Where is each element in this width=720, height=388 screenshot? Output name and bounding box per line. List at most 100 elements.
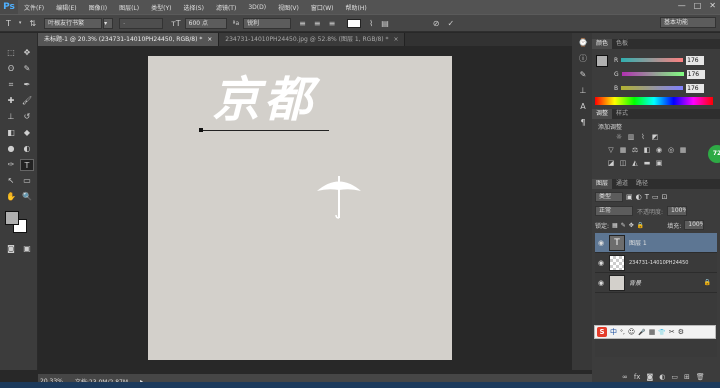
type-tool-icon[interactable]: T xyxy=(6,19,11,28)
lock-position-icon[interactable]: ✥ xyxy=(629,222,634,229)
paint-bucket-tool-icon[interactable]: ◆ xyxy=(20,127,34,139)
invert-icon[interactable]: ◪ xyxy=(606,159,616,168)
paragraph-panel-icon[interactable]: ¶ xyxy=(576,117,590,129)
levels-icon[interactable]: ▥ xyxy=(626,133,636,142)
layer-name[interactable]: 背景 xyxy=(629,278,641,287)
workspace-select[interactable]: 基本功能 xyxy=(660,17,716,28)
blue-value-input[interactable]: 176 xyxy=(686,83,705,93)
green-slider-track[interactable] xyxy=(621,72,684,76)
filter-smart-icon[interactable]: ⊡ xyxy=(662,193,668,201)
clone-stamp-tool-icon[interactable]: ⊥ xyxy=(4,111,18,123)
text-color-swatch[interactable] xyxy=(347,18,362,28)
eye-icon[interactable]: ◉ xyxy=(595,239,607,247)
quick-select-tool-icon[interactable]: ✎ xyxy=(20,63,34,75)
menu-help[interactable]: 帮助(H) xyxy=(340,3,373,12)
layer-row[interactable]: ◉ T 图层 1 xyxy=(595,233,717,253)
link-layers-icon[interactable]: ∞ xyxy=(622,373,628,381)
gradient-map-icon[interactable]: ▬ xyxy=(642,159,652,168)
clone-source-panel-icon[interactable]: ⊥ xyxy=(576,85,590,97)
ime-keyboard-icon[interactable]: ▦ xyxy=(649,328,656,336)
menu-3d[interactable]: 3D(D) xyxy=(242,4,272,11)
threshold-icon[interactable]: ◭ xyxy=(630,159,640,168)
font-family-select[interactable]: 叶根友行书繁 xyxy=(44,17,103,29)
maximize-button[interactable]: □ xyxy=(694,1,702,10)
layer-name[interactable]: 图层 1 xyxy=(629,238,647,247)
tab-paths[interactable]: 路径 xyxy=(632,179,652,189)
eyedropper-tool-icon[interactable]: ✒ xyxy=(20,79,34,91)
sogou-logo[interactable]: S xyxy=(597,327,607,337)
font-size-input[interactable]: 600 点 xyxy=(184,17,227,29)
font-family-dropdown-icon[interactable]: ▾ xyxy=(103,17,114,29)
zoom-tool-icon[interactable]: 🔍 xyxy=(20,191,34,203)
ime-tools-icon[interactable]: ✂ xyxy=(669,328,675,336)
hue-saturation-icon[interactable]: ▦ xyxy=(618,146,628,155)
screen-mode-icon[interactable]: ▣ xyxy=(20,243,34,255)
menu-filter[interactable]: 滤镜(T) xyxy=(210,3,242,12)
history-brush-tool-icon[interactable]: ↺ xyxy=(20,111,34,123)
menu-select[interactable]: 选择(S) xyxy=(177,3,210,12)
warp-text-icon[interactable]: ⌇ xyxy=(369,19,373,28)
close-icon[interactable]: × xyxy=(207,36,212,43)
notification-badge[interactable]: 72 xyxy=(708,145,720,163)
menu-edit[interactable]: 编辑(E) xyxy=(50,3,82,12)
curves-icon[interactable]: ⌇ xyxy=(638,133,648,142)
menu-layer[interactable]: 图层(L) xyxy=(113,3,145,12)
crop-tool-icon[interactable]: ⌗ xyxy=(4,79,18,91)
close-icon[interactable]: × xyxy=(393,36,398,43)
color-spectrum[interactable] xyxy=(595,97,713,105)
eraser-tool-icon[interactable]: ◧ xyxy=(4,127,18,139)
menu-image[interactable]: 图像(I) xyxy=(83,3,113,12)
marquee-tool-icon[interactable]: ⬚ xyxy=(4,47,18,59)
green-slider[interactable]: G 176 xyxy=(614,69,718,79)
doc-tab-jpg[interactable]: 234731-14010PH24450.jpg @ 52.8% (图层 1, R… xyxy=(219,33,406,46)
tab-color[interactable]: 颜色 xyxy=(592,39,613,49)
blue-slider[interactable]: B 176 xyxy=(614,83,718,93)
add-mask-icon[interactable]: ◙ xyxy=(646,373,653,381)
type-tool-icon[interactable]: T xyxy=(20,159,34,171)
path-select-tool-icon[interactable]: ↖ xyxy=(4,175,18,187)
brightness-icon[interactable]: ☼ xyxy=(614,133,624,142)
menu-file[interactable]: 文件(F) xyxy=(18,3,50,12)
toggle-text-orientation-icon[interactable]: ⇅ xyxy=(29,19,36,28)
menu-type[interactable]: 类型(Y) xyxy=(145,3,177,12)
align-left-icon[interactable]: ≡ xyxy=(299,19,306,28)
vibrance-icon[interactable]: ▽ xyxy=(606,146,616,155)
photo-filter-icon[interactable]: ◉ xyxy=(654,146,664,155)
filter-pixel-icon[interactable]: ▣ xyxy=(626,193,633,201)
exposure-icon[interactable]: ◩ xyxy=(650,133,660,142)
ime-emoji-icon[interactable]: ☺ xyxy=(628,328,635,336)
black-white-icon[interactable]: ◧ xyxy=(642,146,652,155)
brush-panel-icon[interactable]: ✎ xyxy=(576,69,590,81)
brush-tool-icon[interactable]: 🖌 xyxy=(20,95,34,107)
eye-icon[interactable]: ◉ xyxy=(595,279,607,287)
minimize-button[interactable]: — xyxy=(678,1,686,10)
red-slider-track[interactable] xyxy=(621,58,684,62)
blur-tool-icon[interactable]: ● xyxy=(4,143,18,155)
dodge-tool-icon[interactable]: ◐ xyxy=(20,143,34,155)
tab-swatches[interactable]: 色板 xyxy=(612,39,632,49)
color-foreground-swatch[interactable] xyxy=(596,55,608,67)
tab-layers[interactable]: 图层 xyxy=(592,179,613,189)
font-style-select[interactable]: - xyxy=(119,17,164,29)
align-right-icon[interactable]: ≡ xyxy=(329,19,336,28)
layer-row[interactable]: ◉ 背景 🔒 xyxy=(595,273,717,293)
doc-tab-untitled[interactable]: 未标题-1 @ 20.3% (234731-14010PH24450, RGB/… xyxy=(38,33,220,46)
pen-tool-icon[interactable]: ✑ xyxy=(4,159,18,171)
filter-type-icon[interactable]: T xyxy=(645,193,649,201)
blue-slider-track[interactable] xyxy=(621,86,684,90)
close-button[interactable]: ✕ xyxy=(709,1,716,10)
properties-panel-icon[interactable]: ⓘ xyxy=(576,53,590,65)
move-tool-icon[interactable]: ✥ xyxy=(20,47,34,59)
chevron-down-icon[interactable]: ▾ xyxy=(19,20,22,26)
new-adjustment-icon[interactable]: ◐ xyxy=(659,373,665,381)
layer-name[interactable]: 234731-14010PH24450 xyxy=(629,260,688,266)
cancel-icon[interactable]: ⊘ xyxy=(433,19,440,28)
ime-voice-icon[interactable]: 🎤 xyxy=(638,329,645,336)
color-balance-icon[interactable]: ⚖ xyxy=(630,146,640,155)
blend-mode-select[interactable]: 正常 xyxy=(595,206,633,216)
filter-adjustment-icon[interactable]: ◐ xyxy=(636,193,642,201)
filter-shape-icon[interactable]: ▭ xyxy=(652,193,659,201)
channel-mixer-icon[interactable]: ◎ xyxy=(666,146,676,155)
ime-skin-icon[interactable]: 👕 xyxy=(658,329,665,336)
quick-mask-icon[interactable]: ◙ xyxy=(4,243,18,255)
